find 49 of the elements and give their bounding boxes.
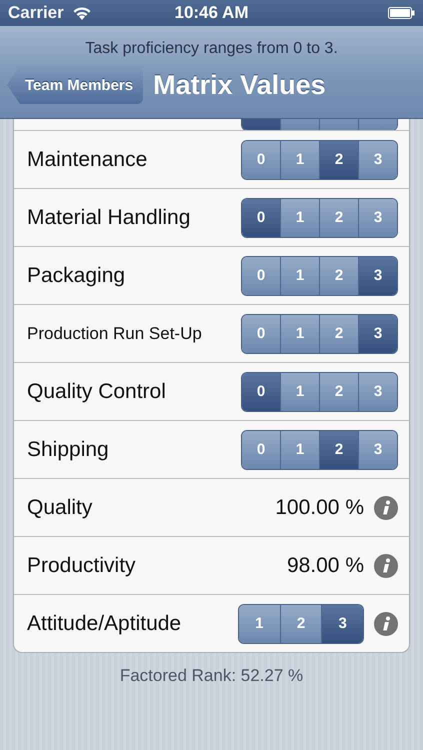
segment[interactable]: 0 bbox=[242, 430, 280, 468]
row-label: Packaging bbox=[27, 264, 126, 288]
segment[interactable]: 3 bbox=[321, 604, 363, 642]
segment[interactable]: 1 bbox=[239, 604, 280, 642]
segment[interactable]: 3 bbox=[358, 140, 397, 178]
segment[interactable]: 1 bbox=[280, 198, 319, 236]
info-icon[interactable] bbox=[374, 612, 398, 636]
factored-rank-text: Factored Rank: 52.27 % bbox=[120, 666, 304, 685]
segment[interactable]: 1 bbox=[280, 256, 319, 294]
segment[interactable]: 2 bbox=[319, 256, 358, 294]
prompt-text: Task proficiency ranges from 0 to 3. bbox=[84, 39, 339, 59]
row-label: Material Handling bbox=[27, 206, 192, 230]
row-label: Shipping bbox=[27, 438, 110, 462]
row-label: Quality bbox=[27, 496, 94, 520]
carrier-label: Carrier bbox=[8, 3, 64, 23]
segment[interactable]: 3 bbox=[358, 198, 397, 236]
segment[interactable]: 1 bbox=[280, 140, 319, 178]
segment[interactable]: 2 bbox=[319, 430, 358, 468]
row-label: Production Run Set-Up bbox=[27, 324, 203, 344]
segment[interactable]: 3 bbox=[358, 430, 397, 468]
segment[interactable]: 1 bbox=[280, 372, 319, 410]
row-value: 98.00 % bbox=[286, 554, 364, 578]
segment[interactable]: 3 bbox=[358, 372, 397, 410]
info-icon[interactable] bbox=[374, 554, 398, 578]
segment[interactable]: 2 bbox=[319, 198, 358, 236]
clock-time: 10:46 AM bbox=[174, 3, 248, 23]
info-icon[interactable] bbox=[374, 496, 398, 520]
row-label: Attitude/Aptitude bbox=[27, 612, 182, 636]
page-title: Matrix Values bbox=[153, 70, 326, 100]
segment[interactable]: 2 bbox=[280, 604, 322, 642]
segment[interactable]: 2 bbox=[319, 372, 358, 410]
row-label: Quality Control bbox=[27, 380, 167, 404]
segment[interactable]: 0 bbox=[242, 140, 280, 178]
segment[interactable]: 2 bbox=[319, 140, 358, 178]
segment[interactable]: 3 bbox=[358, 256, 397, 294]
segment[interactable]: 0 bbox=[242, 314, 280, 352]
row-label: Productivity bbox=[27, 554, 137, 578]
segment[interactable]: 0 bbox=[242, 372, 280, 410]
wifi-icon bbox=[72, 6, 92, 20]
segment[interactable]: 2 bbox=[319, 314, 358, 352]
row-value: 100.00 % bbox=[275, 496, 364, 520]
segment[interactable]: 0 bbox=[242, 256, 280, 294]
back-button[interactable]: Team Members bbox=[7, 66, 144, 104]
segment[interactable]: 0 bbox=[242, 198, 280, 236]
battery-icon bbox=[388, 7, 415, 19]
segment[interactable]: 3 bbox=[358, 314, 397, 352]
segment[interactable]: 1 bbox=[280, 430, 319, 468]
segment[interactable]: 1 bbox=[280, 314, 319, 352]
row-label: Maintenance bbox=[27, 148, 148, 172]
